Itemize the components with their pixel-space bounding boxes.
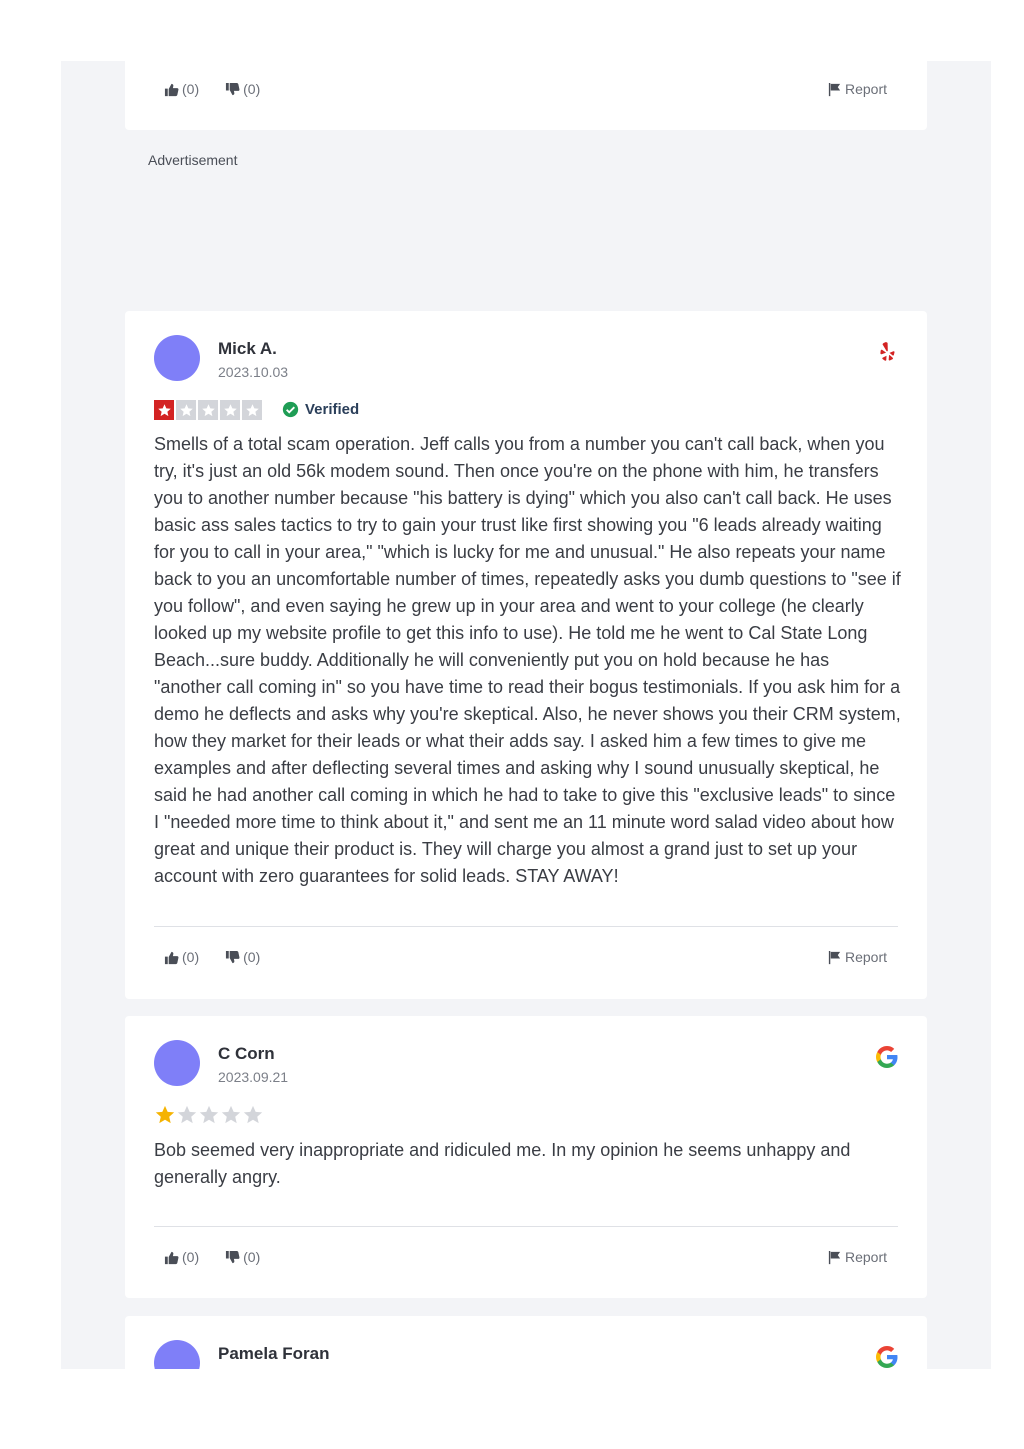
thumbs-up-icon	[164, 950, 179, 965]
review-date: 2023.09.21	[218, 1069, 289, 1085]
like-count: (0)	[182, 81, 200, 97]
review-date: 2023.10.03	[218, 364, 289, 380]
flag-icon	[827, 82, 842, 97]
report-button[interactable]: Report	[827, 1249, 887, 1265]
reviewer-name: Pamela Foran	[218, 1344, 330, 1363]
review-card: C Corn 2023.09.21 Bob seemed very inappr…	[125, 1016, 927, 1298]
verified-badge: Verified	[282, 401, 359, 418]
flag-icon	[827, 1250, 842, 1265]
thumbs-down-icon	[225, 82, 240, 97]
advertisement-label: Advertisement	[148, 152, 238, 168]
report-button[interactable]: Report	[827, 81, 887, 97]
report-label: Report	[844, 1249, 887, 1265]
star-empty-icon	[220, 400, 240, 420]
like-count: (0)	[182, 949, 200, 965]
star-empty-icon	[242, 1104, 264, 1126]
reviews-panel: (0) (0) Report Advertisement Mick A. 202…	[61, 61, 991, 1369]
star-empty-icon	[220, 1104, 242, 1126]
like-count: (0)	[182, 1249, 200, 1265]
review-card: Pamela Foran	[125, 1316, 927, 1369]
like-button[interactable]: (0)	[164, 949, 199, 965]
rating-stars	[154, 1104, 264, 1126]
star-filled-icon	[154, 400, 174, 420]
star-empty-icon	[176, 400, 196, 420]
dislike-count: (0)	[243, 1249, 261, 1265]
star-empty-icon	[176, 1104, 198, 1126]
dislike-button[interactable]: (0)	[225, 81, 260, 97]
check-circle-icon	[282, 401, 299, 418]
avatar	[154, 1040, 200, 1086]
star-empty-icon	[198, 400, 218, 420]
thumbs-down-icon	[225, 1250, 240, 1265]
report-label: Report	[844, 949, 887, 965]
thumbs-down-icon	[225, 950, 240, 965]
review-card: Mick A. 2023.10.03 Verified Smells of a …	[125, 311, 927, 999]
divider	[154, 1226, 898, 1227]
yelp-icon	[880, 342, 895, 361]
vote-controls: (0) (0)	[164, 81, 260, 97]
google-icon	[876, 1046, 898, 1068]
dislike-count: (0)	[243, 81, 261, 97]
report-button[interactable]: Report	[827, 949, 887, 965]
verified-label: Verified	[305, 401, 360, 418]
review-text: Bob seemed very inappropriate and ridicu…	[154, 1140, 851, 1187]
avatar	[154, 335, 200, 381]
vote-controls: (0) (0)	[164, 1249, 260, 1265]
review-card-previous: (0) (0) Report	[125, 61, 927, 130]
divider	[154, 926, 898, 927]
like-button[interactable]: (0)	[164, 1249, 199, 1265]
vote-controls: (0) (0)	[164, 949, 260, 965]
dislike-button[interactable]: (0)	[225, 949, 260, 965]
thumbs-up-icon	[164, 1250, 179, 1265]
flag-icon	[827, 950, 842, 965]
star-empty-icon	[198, 1104, 220, 1126]
rating-stars	[154, 400, 262, 420]
like-button[interactable]: (0)	[164, 81, 199, 97]
thumbs-up-icon	[164, 82, 179, 97]
avatar	[154, 1340, 200, 1369]
reviewer-name: C Corn	[218, 1044, 275, 1063]
report-label: Report	[844, 81, 887, 97]
review-text: Smells of a total scam operation. Jeff c…	[154, 434, 901, 886]
dislike-button[interactable]: (0)	[225, 1249, 260, 1265]
google-icon	[876, 1346, 898, 1368]
dislike-count: (0)	[243, 949, 261, 965]
reviewer-name: Mick A.	[218, 339, 277, 358]
star-empty-icon	[242, 400, 262, 420]
star-filled-icon	[154, 1104, 176, 1126]
